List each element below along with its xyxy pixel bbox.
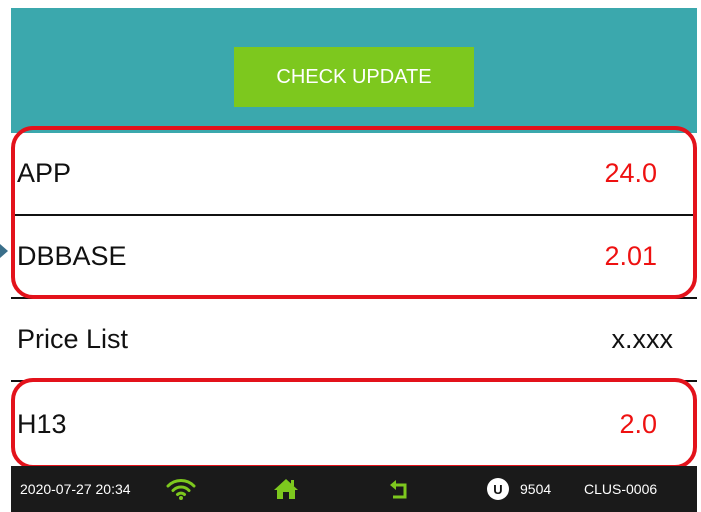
version-name: H13: [17, 408, 67, 439]
side-arrow-icon: [0, 244, 8, 258]
wifi-icon: [166, 477, 196, 501]
version-row-dbbase: DBBASE 2.01: [11, 216, 697, 299]
version-row-h13: H13 2.0: [11, 382, 697, 466]
version-name: APP: [17, 158, 72, 188]
status-bar: 2020-07-27 20:34 U 9504 CLUS-0006: [11, 466, 697, 512]
top-header: CHECK UPDATE: [11, 8, 697, 133]
version-row-price-list: Price List x.xxx: [11, 299, 697, 382]
home-icon[interactable]: [273, 477, 299, 501]
version-name: DBBASE: [17, 241, 127, 271]
version-value: 2.01: [604, 241, 657, 271]
user-number: 9504: [520, 481, 552, 497]
back-arrow-icon[interactable]: [387, 478, 411, 502]
status-datetime: 2020-07-27 20:34: [20, 481, 131, 497]
version-name: Price List: [17, 324, 129, 354]
version-list: APP 24.0 DBBASE 2.01 Price List x.xxx H1…: [11, 133, 697, 466]
version-row-app: APP 24.0: [11, 133, 697, 216]
version-value: 2.0: [619, 408, 657, 439]
device-serial: CLUS-0006: [584, 481, 658, 497]
version-value: x.xxx: [611, 324, 673, 354]
check-update-button[interactable]: CHECK UPDATE: [234, 47, 474, 107]
user-badge-icon: U: [487, 478, 509, 500]
version-value: 24.0: [604, 158, 657, 188]
